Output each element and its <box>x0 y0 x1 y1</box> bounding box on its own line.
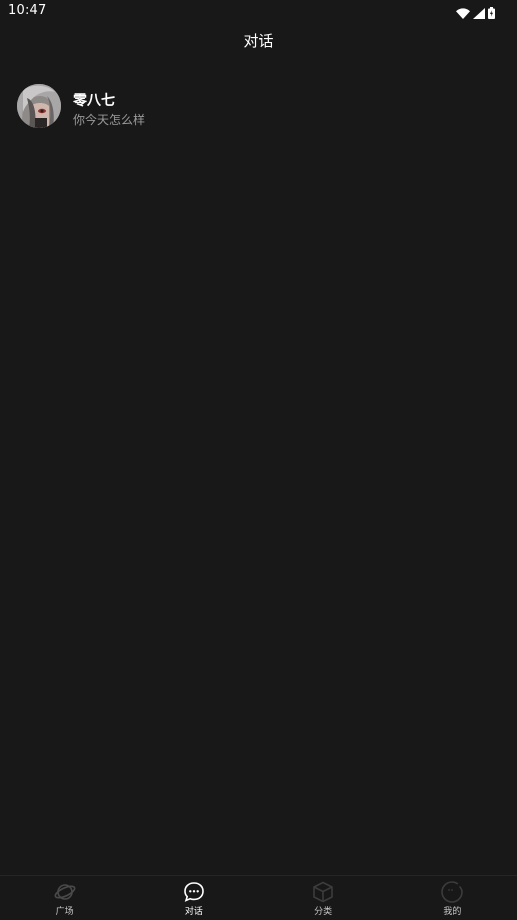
conversation-name: 零八七 <box>73 93 115 109</box>
page-title: 对话 <box>243 32 274 50</box>
tab-label: 广场 <box>55 907 74 917</box>
tab-square[interactable]: 广场 <box>0 876 129 920</box>
tab-label: 分类 <box>314 907 333 917</box>
chat-bubble-icon <box>183 881 205 903</box>
tab-label: 对话 <box>184 907 203 917</box>
status-icons <box>456 4 495 23</box>
status-time: 10:47 <box>8 3 47 18</box>
battery-icon <box>488 4 495 23</box>
profile-face-icon <box>441 881 464 903</box>
status-bar: 10:47 <box>0 0 517 22</box>
bottom-tab-bar: 广场 对话 分类 我的 <box>0 875 517 920</box>
tab-mine[interactable]: 我的 <box>388 876 517 920</box>
header: 对话 <box>0 22 517 58</box>
conversation-preview: 你今天怎么样 <box>73 113 146 127</box>
conversation-item[interactable]: 零八七 你今天怎么样 <box>0 76 517 136</box>
cube-icon <box>312 881 334 903</box>
tab-category[interactable]: 分类 <box>259 876 388 920</box>
tab-conversation[interactable]: 对话 <box>129 876 258 920</box>
avatar[interactable] <box>17 84 61 128</box>
conversation-list: 零八七 你今天怎么样 <box>0 76 517 136</box>
wifi-icon <box>456 4 470 23</box>
tab-label: 我的 <box>443 907 462 917</box>
planet-icon <box>54 881 76 903</box>
cell-signal-icon <box>473 4 485 23</box>
